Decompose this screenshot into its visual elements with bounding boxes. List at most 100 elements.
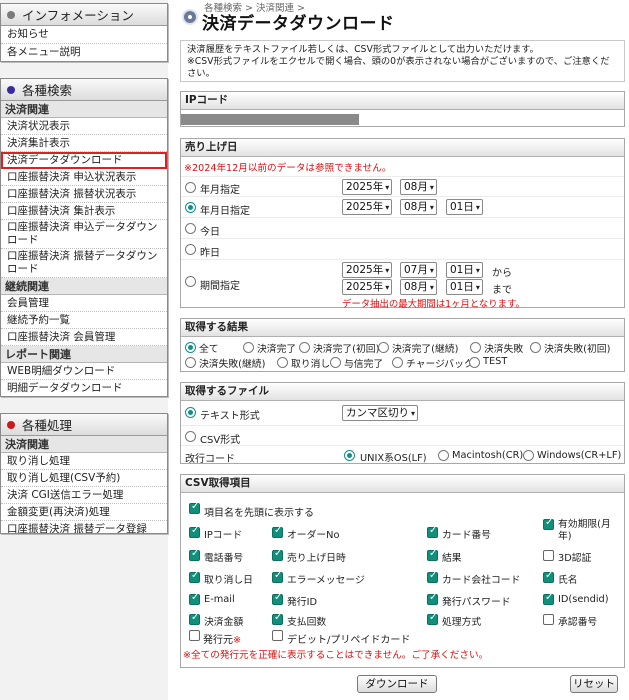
- month-month-select[interactable]: 08月 ▾: [400, 179, 437, 195]
- sidebar-item-subscription-list[interactable]: 継続予約一覧: [1, 312, 167, 329]
- download-button[interactable]: ダウンロード: [357, 675, 437, 693]
- label-result-option: 取り消し: [291, 359, 331, 370]
- search-menu-header[interactable]: 各種検索: [1, 79, 167, 101]
- info-menu-header[interactable]: インフォメーション: [1, 4, 167, 26]
- radio-result-option[interactable]: [185, 357, 196, 368]
- search-menu: 各種検索 決済関連 決済状況表示 決済集計表示 決済データダウンロード 口座振替…: [0, 78, 168, 397]
- label-result-option: 決済失敗(継続): [199, 359, 266, 370]
- radio-date[interactable]: [185, 202, 196, 213]
- chevron-down-icon: ▾: [385, 266, 390, 275]
- checkbox-csv-item[interactable]: [189, 525, 200, 538]
- checkbox-csv-item[interactable]: [272, 592, 283, 605]
- sidebar-item-transfer-application-download[interactable]: 口座振替決済 申込データダウンロード: [1, 220, 167, 249]
- checkbox-csv-item[interactable]: [272, 612, 283, 625]
- checkbox-header-option[interactable]: [189, 501, 200, 514]
- checkbox-issuer[interactable]: [189, 630, 200, 641]
- sidebar-item-transfer-data-download[interactable]: 口座振替決済 振替データダウンロード: [1, 249, 167, 278]
- title-bullet-icon: [182, 9, 198, 25]
- sidebar-item-transfer-summary[interactable]: 口座振替決済 集計表示: [1, 203, 167, 220]
- date-month-select[interactable]: 08月 ▾: [400, 199, 437, 215]
- radio-csv-format[interactable]: [185, 431, 196, 442]
- radio-result-option[interactable]: [299, 342, 310, 353]
- period-note: データ抽出の最大期間は1ヶ月となります。: [342, 299, 525, 310]
- sidebar-item-cancel-csv[interactable]: 取り消し処理(CSV予約): [1, 470, 167, 487]
- sidebar-item-menu-help[interactable]: 各メニュー説明: [1, 44, 167, 61]
- sidebar-item-transfer-application-status[interactable]: 口座振替決済 申込状況表示: [1, 169, 167, 186]
- checkbox-csv-item[interactable]: [543, 592, 554, 605]
- checkbox-csv-item[interactable]: [189, 570, 200, 583]
- date-year-select[interactable]: 2025年 ▾: [342, 199, 393, 215]
- file-section: 取得するファイル テキスト形式 カンマ区切り ▾ CSV形式 改行コード UNIX…: [180, 382, 625, 465]
- radio-result-option[interactable]: [243, 342, 254, 353]
- radio-newline-unix[interactable]: [344, 450, 355, 461]
- checkbox-csv-item[interactable]: [427, 570, 438, 583]
- sidebar-item-payment-download[interactable]: 決済データダウンロード: [1, 152, 167, 169]
- month-year-select[interactable]: 2025年 ▾: [342, 179, 393, 195]
- period-from-day-select[interactable]: 01日 ▾: [446, 262, 483, 278]
- checkbox-csv-item[interactable]: [189, 592, 200, 605]
- radio-result-option[interactable]: [185, 342, 196, 353]
- radio-period[interactable]: [185, 276, 196, 287]
- sidebar-item-payment-summary[interactable]: 決済集計表示: [1, 135, 167, 152]
- radio-newline-mac[interactable]: [438, 450, 449, 461]
- radio-text-format[interactable]: [185, 407, 196, 418]
- process-menu-header[interactable]: 各種処理: [1, 414, 167, 436]
- radio-result-option[interactable]: [469, 357, 480, 368]
- label-csv-item: 発行ID: [287, 597, 318, 608]
- category-subscription: 継続関連: [1, 278, 167, 295]
- radio-result-option[interactable]: [378, 342, 389, 353]
- sidebar-item-news[interactable]: お知らせ: [1, 26, 167, 44]
- checkbox-csv-item[interactable]: [189, 548, 200, 561]
- sidebar-item-web-statement[interactable]: WEB明細ダウンロード: [1, 363, 167, 380]
- checkbox-csv-item[interactable]: [189, 612, 200, 625]
- sidebar-item-member-management[interactable]: 会員管理: [1, 295, 167, 312]
- label-csv-item: 氏名: [558, 575, 578, 586]
- checkbox-csv-item[interactable]: [543, 614, 554, 625]
- checkbox-csv-item[interactable]: [427, 525, 438, 538]
- reset-button[interactable]: リセット: [570, 675, 618, 693]
- sidebar-item-payment-status[interactable]: 決済状況表示: [1, 118, 167, 135]
- label-result-option: 決済完了: [257, 344, 297, 355]
- period-to-year-select[interactable]: 2025年 ▾: [342, 279, 393, 295]
- checkbox-csv-item[interactable]: [427, 592, 438, 605]
- period-to-day-select[interactable]: 01日 ▾: [446, 279, 483, 295]
- checkbox-csv-item[interactable]: [427, 612, 438, 625]
- radio-result-option[interactable]: [530, 342, 541, 353]
- period-from-month-select[interactable]: 07月 ▾: [400, 262, 437, 278]
- sidebar-item-cancel[interactable]: 取り消し処理: [1, 453, 167, 470]
- checkbox-csv-item[interactable]: [543, 570, 554, 583]
- label-header-option: 項目名を先頭に表示する: [204, 508, 314, 519]
- radio-result-option[interactable]: [277, 357, 288, 368]
- checkbox-csv-item[interactable]: [272, 570, 283, 583]
- checkbox-csv-item[interactable]: [272, 525, 283, 538]
- radio-today[interactable]: [185, 223, 196, 234]
- sidebar-item-transfer-register[interactable]: 口座振替決済 振替データ登録: [1, 521, 167, 533]
- radio-yesterday[interactable]: [185, 244, 196, 255]
- label-newline-mac: Macintosh(CR): [452, 450, 524, 461]
- period-from-year-select[interactable]: 2025年 ▾: [342, 262, 393, 278]
- chevron-down-icon: ▾: [429, 266, 434, 275]
- period-to-month-select[interactable]: 08月 ▾: [400, 279, 437, 295]
- row-month: 年月指定 2025年 ▾ 08月 ▾: [181, 176, 624, 196]
- checkbox-csv-item[interactable]: [543, 517, 554, 530]
- radio-month[interactable]: [185, 182, 196, 193]
- checkbox-csv-item[interactable]: [543, 550, 554, 561]
- radio-result-option[interactable]: [330, 357, 341, 368]
- sidebar-item-amount-change[interactable]: 金額変更(再決済)処理: [1, 504, 167, 521]
- process-menu: 各種処理 決済関連 取り消し処理 取り消し処理(CSV予約) 決済 CGI送信エ…: [0, 413, 168, 534]
- chevron-down-icon: ▾: [475, 203, 480, 212]
- sidebar-item-cgi-error[interactable]: 決済 CGI送信エラー処理: [1, 487, 167, 504]
- sidebar-item-statement-download[interactable]: 明細データダウンロード: [1, 380, 167, 396]
- sidebar-item-transfer-status[interactable]: 口座振替決済 振替状況表示: [1, 186, 167, 203]
- radio-newline-windows[interactable]: [523, 450, 534, 461]
- select-value: 08月: [404, 181, 428, 193]
- delimiter-select[interactable]: カンマ区切り ▾: [342, 405, 419, 421]
- sidebar-item-transfer-member-management[interactable]: 口座振替決済 会員管理: [1, 329, 167, 346]
- checkbox-csv-item[interactable]: [427, 548, 438, 561]
- checkbox-csv-item[interactable]: [272, 548, 283, 561]
- checkbox-debit[interactable]: [272, 630, 283, 641]
- radio-result-option[interactable]: [392, 357, 403, 368]
- date-day-select[interactable]: 01日 ▾: [446, 199, 483, 215]
- label-csv-item: ID(sendid): [558, 594, 609, 605]
- radio-result-option[interactable]: [470, 342, 481, 353]
